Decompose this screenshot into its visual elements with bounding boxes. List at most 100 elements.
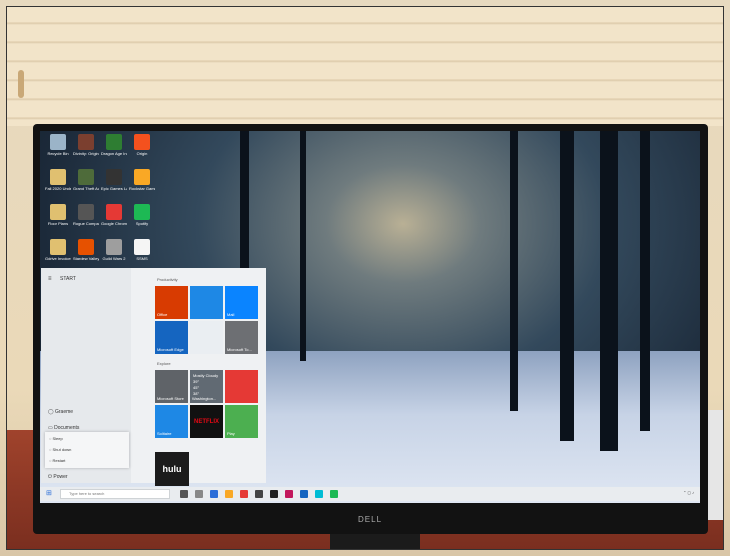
desktop-icon[interactable]: Grand Theft Auto V xyxy=(73,169,99,191)
tile-label: Washington... xyxy=(192,396,217,401)
taskbar-app-icon[interactable] xyxy=(240,490,248,498)
sleep-option[interactable]: ◌ Sleep xyxy=(49,436,63,441)
desktop-icon-label: Guild Wars 2 xyxy=(102,256,126,261)
tree xyxy=(510,131,518,411)
desktop-icon-label: Floor Plans xyxy=(47,221,69,226)
desktop-icon[interactable]: Origin xyxy=(129,134,155,156)
taskbar-app-icon[interactable] xyxy=(225,490,233,498)
window-blinds xyxy=(6,6,724,126)
user-icon: ◯ xyxy=(48,409,55,415)
tile-store[interactable]: Microsoft Store xyxy=(155,370,188,403)
desktop-icon[interactable]: Stardew Valley xyxy=(73,239,99,261)
documents-link[interactable]: ▭ Documents xyxy=(48,425,79,431)
desktop-icon-label: Recycle Bin xyxy=(47,151,69,156)
tile-label: Solitaire xyxy=(157,431,172,436)
app-icon xyxy=(106,169,122,185)
taskbar-app-icon[interactable] xyxy=(300,490,308,498)
taskbar-app-icon[interactable] xyxy=(315,490,323,498)
tree xyxy=(300,131,306,361)
desktop-icon[interactable]: Dragon Age Inquisition xyxy=(101,134,127,156)
desktop-icon-label: Spotify xyxy=(135,221,149,226)
search-box[interactable]: Type here to search xyxy=(60,489,170,499)
user-name: Graeme xyxy=(55,409,74,415)
app-icon xyxy=(78,239,94,255)
desktop-icon-label: Epic Games Launcher xyxy=(101,186,127,191)
tile-todo[interactable] xyxy=(190,321,223,354)
weather-info: Mostly Cloudy 39° 45° 38° xyxy=(193,373,218,397)
start-menu: ≡ START ◯ Graeme ▭ Documents ◌ Sleep ◌ S… xyxy=(41,268,266,486)
app-icon xyxy=(50,239,66,255)
desktop-icon[interactable]: Rogue Company xyxy=(73,204,99,226)
tile-label: Microsoft Edge xyxy=(157,347,184,352)
desktop-icon[interactable]: Guild Wars 2 xyxy=(101,239,127,261)
desktop-icon-label: Dragon Age Inquisition xyxy=(101,151,127,156)
power-label: Power xyxy=(53,474,68,480)
power-button[interactable]: ⏻ Power xyxy=(48,474,68,480)
desktop-icon[interactable]: Floor Plans xyxy=(45,204,71,226)
taskbar-app-icon[interactable] xyxy=(270,490,278,498)
desktop-icon[interactable]: Epic Games Launcher xyxy=(101,169,127,191)
tile-weather[interactable]: Mostly Cloudy 39° 45° 38° Washington... xyxy=(190,370,223,403)
system-tray[interactable]: ⌃ ◻ ♪ xyxy=(683,490,694,495)
taskbar-app-icon[interactable] xyxy=(180,490,188,498)
taskbar-app-icon[interactable] xyxy=(195,490,203,498)
app-icon xyxy=(78,169,94,185)
tile-solitaire[interactable]: Solitaire xyxy=(155,405,188,438)
desktop-icon-label: Rogue Company xyxy=(73,221,99,226)
desktop-icon[interactable]: Divinity: Original Sin 2 xyxy=(73,134,99,156)
tile-label: Office xyxy=(157,312,168,317)
tile-label: Play xyxy=(227,431,235,436)
taskbar-app-icon[interactable] xyxy=(255,490,263,498)
hulu-tile[interactable]: hulu xyxy=(155,452,189,486)
desktop-icon-label: Google Chrome xyxy=(101,221,127,226)
desktop-icon-label: Divinity: Original Sin 2 xyxy=(73,151,99,156)
desktop-icon[interactable]: Gdrive Invoices xyxy=(45,239,71,261)
documents-label: Documents xyxy=(54,425,80,431)
photo: DELL Recycle Bin Divinity: Original Sin 2… xyxy=(0,0,730,556)
tile-play[interactable]: Play xyxy=(225,405,258,438)
tile-msto[interactable]: Microsoft To... xyxy=(225,321,258,354)
tile-news[interactable] xyxy=(225,370,258,403)
user-account[interactable]: ◯ Graeme xyxy=(48,409,73,415)
tile-mail[interactable]: Mail xyxy=(225,286,258,319)
start-left-pane: ≡ START ◯ Graeme ▭ Documents ◌ Sleep ◌ S… xyxy=(41,268,131,483)
tile-office[interactable]: Office xyxy=(155,286,188,319)
app-icon xyxy=(134,204,150,220)
app-icon xyxy=(106,134,122,150)
app-icon xyxy=(106,239,122,255)
desktop-icon[interactable]: Spotify xyxy=(129,204,155,226)
desktop-icon[interactable]: SSMS xyxy=(129,239,155,261)
app-icon xyxy=(78,204,94,220)
tile-netflix[interactable]: NETFLIX xyxy=(190,405,223,438)
section-productivity: Productivity xyxy=(157,277,178,282)
desktop-icon[interactable]: Google Chrome xyxy=(101,204,127,226)
app-icon xyxy=(78,134,94,150)
restart-option[interactable]: ◌ Restart xyxy=(49,458,65,463)
blind-cord xyxy=(18,70,24,98)
app-icon xyxy=(50,134,66,150)
desktop-icon[interactable]: Fall 2020 Undergr... xyxy=(45,169,71,191)
taskbar-app-icon[interactable] xyxy=(330,490,338,498)
tile-edge[interactable]: Microsoft Edge xyxy=(155,321,188,354)
taskbar-app-icon[interactable] xyxy=(285,490,293,498)
desktop-icon-label: Origin xyxy=(136,151,148,156)
tree xyxy=(600,131,618,451)
tile-photos[interactable] xyxy=(190,286,223,319)
monitor-brand: DELL xyxy=(358,515,383,524)
hamburger-icon[interactable]: ≡ xyxy=(48,276,52,282)
desktop-icon-label: Rockstar Games... xyxy=(129,186,155,191)
windows-start-icon[interactable]: ⊞ xyxy=(46,490,54,498)
desktop-icon[interactable]: Rockstar Games... xyxy=(129,169,155,191)
app-icon xyxy=(50,204,66,220)
desktop-icon-label: Gdrive Invoices xyxy=(45,256,71,261)
tile-label: Microsoft To... xyxy=(227,347,252,352)
app-icon xyxy=(106,204,122,220)
desktop-icon-label: SSMS xyxy=(136,256,148,261)
desktop-icon[interactable]: Recycle Bin xyxy=(45,134,71,156)
app-icon xyxy=(134,134,150,150)
section-explore: Explore xyxy=(157,361,171,366)
tile-label: NETFLIX xyxy=(194,419,219,425)
tree xyxy=(640,131,650,431)
shutdown-option[interactable]: ◌ Shut down xyxy=(49,447,71,452)
taskbar-app-icon[interactable] xyxy=(210,490,218,498)
